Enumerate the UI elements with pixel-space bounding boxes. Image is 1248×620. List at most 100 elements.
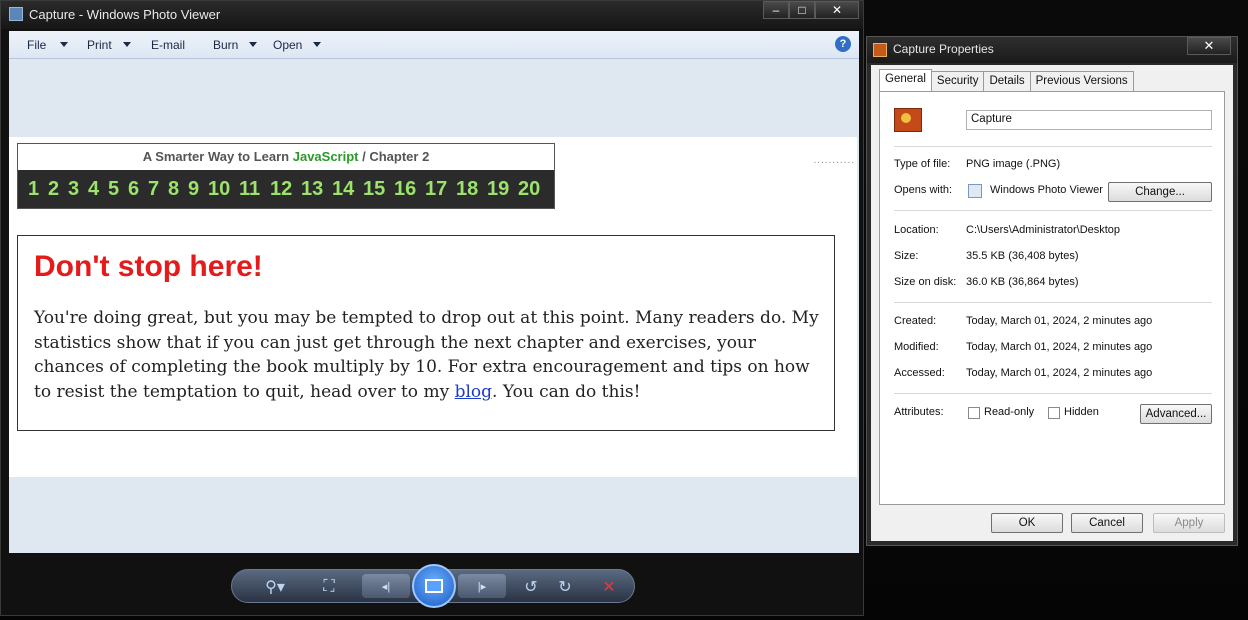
encouragement-text: You're doing great, but you may be tempt… xyxy=(34,306,824,404)
delete-icon[interactable]: ✕ xyxy=(598,576,620,598)
chapter-header: A Smarter Way to Learn JavaScript / Chap… xyxy=(18,144,554,170)
size-label: Size: xyxy=(894,250,919,262)
encouragement-box: Don't stop here! You're doing great, but… xyxy=(17,235,835,431)
body-text-end: . You can do this! xyxy=(492,381,641,402)
next-button[interactable]: |▸ xyxy=(458,574,506,598)
divider xyxy=(894,302,1212,303)
chapter-link-9[interactable]: 9 xyxy=(188,178,199,201)
blog-link[interactable]: blog xyxy=(455,382,492,402)
type-label: Type of file: xyxy=(894,158,951,170)
chapter-link-6[interactable]: 6 xyxy=(128,178,139,201)
chapter-link-1[interactable]: 1 xyxy=(28,178,39,201)
tab-details[interactable]: Details xyxy=(983,71,1031,91)
photo-viewer-app-icon xyxy=(968,184,982,198)
chapter-link-14[interactable]: 14 xyxy=(332,178,354,201)
hidden-checkbox[interactable] xyxy=(1048,407,1060,419)
chapter-link-20[interactable]: 20 xyxy=(518,178,540,201)
chevron-down-icon[interactable] xyxy=(123,42,131,47)
chapter-link-13[interactable]: 13 xyxy=(301,178,323,201)
chapter-header-js: JavaScript xyxy=(292,149,359,164)
zoom-icon[interactable]: ⚲▾ xyxy=(258,576,292,598)
viewer-title: Capture - Windows Photo Viewer xyxy=(29,7,221,22)
accessed-value: Today, March 01, 2024, 2 minutes ago xyxy=(966,367,1153,379)
rotate-counterclockwise-icon[interactable]: ↺ xyxy=(520,576,542,598)
slideshow-button[interactable] xyxy=(412,564,456,608)
filename-field[interactable]: Capture xyxy=(966,110,1212,130)
previous-button[interactable]: ◂| xyxy=(362,574,410,598)
properties-title: Capture Properties xyxy=(893,42,994,56)
advanced-button[interactable]: Advanced... xyxy=(1140,404,1212,424)
ok-button[interactable]: OK xyxy=(991,513,1063,533)
chapter-nav: A Smarter Way to Learn JavaScript / Chap… xyxy=(17,143,555,209)
help-icon[interactable]: ? xyxy=(835,36,851,52)
location-value: C:\Users\Administrator\Desktop xyxy=(966,224,1121,236)
image-canvas: A Smarter Way to Learn JavaScript / Chap… xyxy=(9,59,859,553)
maximize-button[interactable]: □ xyxy=(789,1,815,19)
chapter-link-11[interactable]: 11 xyxy=(239,178,260,201)
properties-panel: General Security Details Previous Versio… xyxy=(871,65,1233,541)
tab-general[interactable]: General xyxy=(879,69,932,91)
opens-value: Windows Photo Viewer xyxy=(990,184,1103,196)
hidden-label: Hidden xyxy=(1064,406,1099,418)
created-value: Today, March 01, 2024, 2 minutes ago xyxy=(966,315,1153,327)
chapter-link-17[interactable]: 17 xyxy=(425,178,447,201)
change-button[interactable]: Change... xyxy=(1108,182,1212,202)
size-value: 35.5 KB (36,408 bytes) xyxy=(966,250,1079,262)
chapter-link-2[interactable]: 2 xyxy=(48,178,59,201)
photo-viewer-window: Capture - Windows Photo Viewer – □ ✕ Fil… xyxy=(0,0,864,616)
chapter-link-8[interactable]: 8 xyxy=(168,178,179,201)
properties-titlebar[interactable]: Capture Properties ✕ xyxy=(867,37,1237,63)
chapter-header-suffix: / Chapter 2 xyxy=(362,149,430,164)
type-value: PNG image (.PNG) xyxy=(966,158,1061,170)
properties-close-button[interactable]: ✕ xyxy=(1187,37,1231,55)
chevron-down-icon[interactable] xyxy=(313,42,321,47)
modified-label: Modified: xyxy=(894,341,939,353)
properties-dialog: Capture Properties ✕ General Security De… xyxy=(866,36,1238,546)
menu-burn[interactable]: Burn xyxy=(213,38,238,52)
cancel-button[interactable]: Cancel xyxy=(1071,513,1143,533)
chapter-link-15[interactable]: 15 xyxy=(363,178,385,201)
readonly-checkbox[interactable] xyxy=(968,407,980,419)
readonly-label: Read-only xyxy=(984,406,1035,418)
chapter-link-18[interactable]: 18 xyxy=(456,178,478,201)
chevron-down-icon[interactable] xyxy=(60,42,68,47)
chapter-link-3[interactable]: 3 xyxy=(68,178,79,201)
accessed-label: Accessed: xyxy=(894,367,945,379)
encouragement-heading: Don't stop here! xyxy=(34,250,263,283)
chapter-header-prefix: A Smarter Way to Learn xyxy=(142,149,290,164)
chapter-link-5[interactable]: 5 xyxy=(108,178,119,201)
menu-email[interactable]: E-mail xyxy=(151,38,185,52)
body-text-start: You're doing great, but you may be tempt… xyxy=(34,308,819,402)
menu-file[interactable]: File xyxy=(27,38,46,52)
viewer-titlebar[interactable]: Capture - Windows Photo Viewer – □ ✕ xyxy=(1,1,863,29)
chapter-link-16[interactable]: 16 xyxy=(394,178,416,201)
chapter-number-strip: 1 2 3 4 5 6 7 8 9 10 11 12 13 14 15 16 17 18 19 20 xyxy=(18,170,554,208)
tab-previous-versions[interactable]: Previous Versions xyxy=(1029,71,1134,91)
divider xyxy=(894,393,1212,394)
divider xyxy=(894,210,1212,211)
menu-print[interactable]: Print xyxy=(87,38,112,52)
chapter-link-7[interactable]: 7 xyxy=(148,178,159,201)
close-button[interactable]: ✕ xyxy=(815,1,859,19)
rotate-clockwise-icon[interactable]: ↻ xyxy=(554,576,576,598)
disk-size-value: 36.0 KB (36,864 bytes) xyxy=(966,276,1079,288)
opens-label: Opens with: xyxy=(894,184,953,196)
image-file-icon xyxy=(873,43,887,57)
chevron-down-icon[interactable] xyxy=(249,42,257,47)
chapter-link-12[interactable]: 12 xyxy=(270,178,292,201)
fit-window-icon[interactable]: ⛶ xyxy=(318,576,340,598)
viewer-toolbar: ⚲▾ ⛶ ◂| |▸ ↺ ↻ ✕ xyxy=(231,564,635,608)
chapter-link-10[interactable]: 10 xyxy=(208,178,230,201)
chapter-link-19[interactable]: 19 xyxy=(487,178,509,201)
attributes-label: Attributes: xyxy=(894,406,944,418)
divider xyxy=(894,146,1212,147)
general-tab-body: Capture Type of file: PNG image (.PNG) O… xyxy=(879,91,1225,505)
chapter-link-4[interactable]: 4 xyxy=(88,178,99,201)
image-file-icon xyxy=(894,108,922,132)
displayed-image: A Smarter Way to Learn JavaScript / Chap… xyxy=(9,137,857,477)
tab-security[interactable]: Security xyxy=(930,71,985,91)
minimize-button[interactable]: – xyxy=(763,1,789,19)
properties-tabs: General Security Details Previous Versio… xyxy=(879,69,1134,91)
apply-button[interactable]: Apply xyxy=(1153,513,1225,533)
menu-open[interactable]: Open xyxy=(273,38,302,52)
